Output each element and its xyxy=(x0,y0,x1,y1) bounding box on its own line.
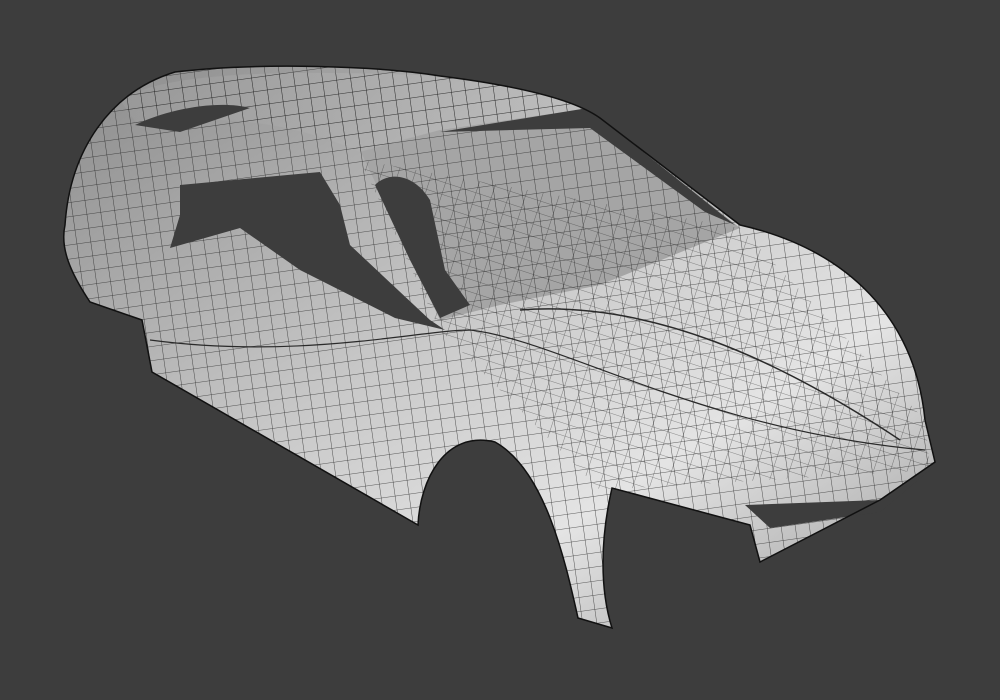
car-model-render xyxy=(62,65,936,629)
car-body xyxy=(62,65,936,629)
3d-viewport[interactable] xyxy=(0,0,1000,700)
